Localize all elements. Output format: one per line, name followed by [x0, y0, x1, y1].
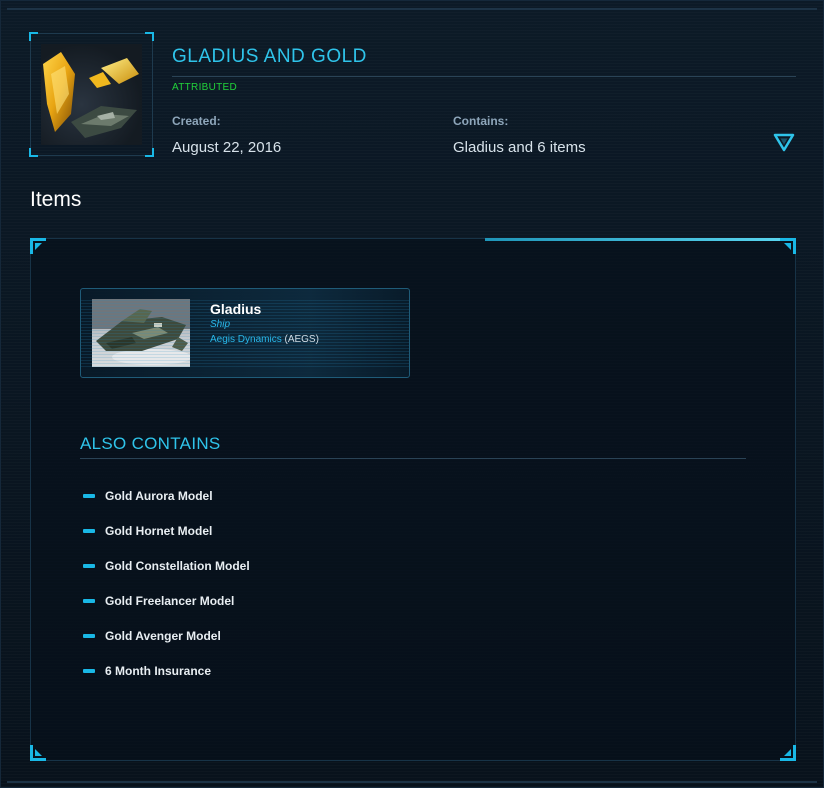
- corner-bracket-icon: [145, 148, 154, 157]
- ship-name: Gladius: [210, 301, 262, 317]
- list-item: 6 Month Insurance: [83, 662, 250, 697]
- also-contains-heading: ALSO CONTAINS: [80, 434, 221, 453]
- contains-label: Contains:: [453, 114, 509, 128]
- bottom-divider: [7, 781, 817, 783]
- created-label: Created:: [172, 114, 221, 128]
- contains-summary: Gladius and 6 items: [453, 139, 586, 156]
- pledge-image: [41, 44, 142, 145]
- panel-corner-icon: [780, 745, 796, 761]
- dash-bullet-icon: [83, 564, 95, 568]
- list-item: Gold Hornet Model: [83, 522, 250, 557]
- pledge-thumbnail: [29, 32, 154, 157]
- top-divider: [7, 8, 817, 10]
- ship-type: Ship: [210, 319, 231, 330]
- manufacturer-code: (AEGS): [284, 334, 319, 345]
- list-item: Gold Avenger Model: [83, 627, 250, 662]
- pledge-window: GLADIUS AND GOLD ATTRIBUTED Created: Aug…: [0, 0, 824, 788]
- corner-bracket-icon: [29, 148, 38, 157]
- pledge-title: GLADIUS AND GOLD: [172, 46, 367, 67]
- ship-image: [92, 299, 190, 367]
- dash-bullet-icon: [83, 634, 95, 638]
- panel-corner-icon: [780, 238, 796, 254]
- dash-bullet-icon: [83, 494, 95, 498]
- dash-bullet-icon: [83, 669, 95, 673]
- list-item-label: Gold Constellation Model: [105, 559, 250, 573]
- corner-bracket-icon: [145, 32, 154, 41]
- list-item-label: Gold Aurora Model: [105, 489, 213, 503]
- list-item-label: Gold Avenger Model: [105, 629, 221, 643]
- items-heading: Items: [30, 188, 82, 211]
- status-badge: ATTRIBUTED: [172, 82, 238, 93]
- list-item: Gold Constellation Model: [83, 557, 250, 592]
- list-item: Gold Freelancer Model: [83, 592, 250, 627]
- ship-card[interactable]: Gladius Ship Aegis Dynamics (AEGS): [80, 288, 410, 378]
- ship-manufacturer: Aegis Dynamics (AEGS): [210, 334, 319, 345]
- panel-corner-icon: [30, 745, 46, 761]
- dash-bullet-icon: [83, 599, 95, 603]
- list-item-label: Gold Hornet Model: [105, 524, 213, 538]
- expand-toggle-icon[interactable]: [773, 133, 795, 153]
- dash-bullet-icon: [83, 529, 95, 533]
- list-item: Gold Aurora Model: [83, 487, 250, 522]
- list-item-label: 6 Month Insurance: [105, 664, 212, 678]
- panel-corner-icon: [30, 238, 46, 254]
- panel-accent-bar: [485, 238, 785, 241]
- title-divider: [172, 76, 796, 77]
- manufacturer-name: Aegis Dynamics: [210, 334, 282, 345]
- also-contains-list: Gold Aurora Model Gold Hornet Model Gold…: [83, 487, 250, 697]
- created-date: August 22, 2016: [172, 139, 282, 156]
- list-item-label: Gold Freelancer Model: [105, 594, 235, 608]
- corner-bracket-icon: [29, 32, 38, 41]
- also-contains-divider: [80, 458, 746, 459]
